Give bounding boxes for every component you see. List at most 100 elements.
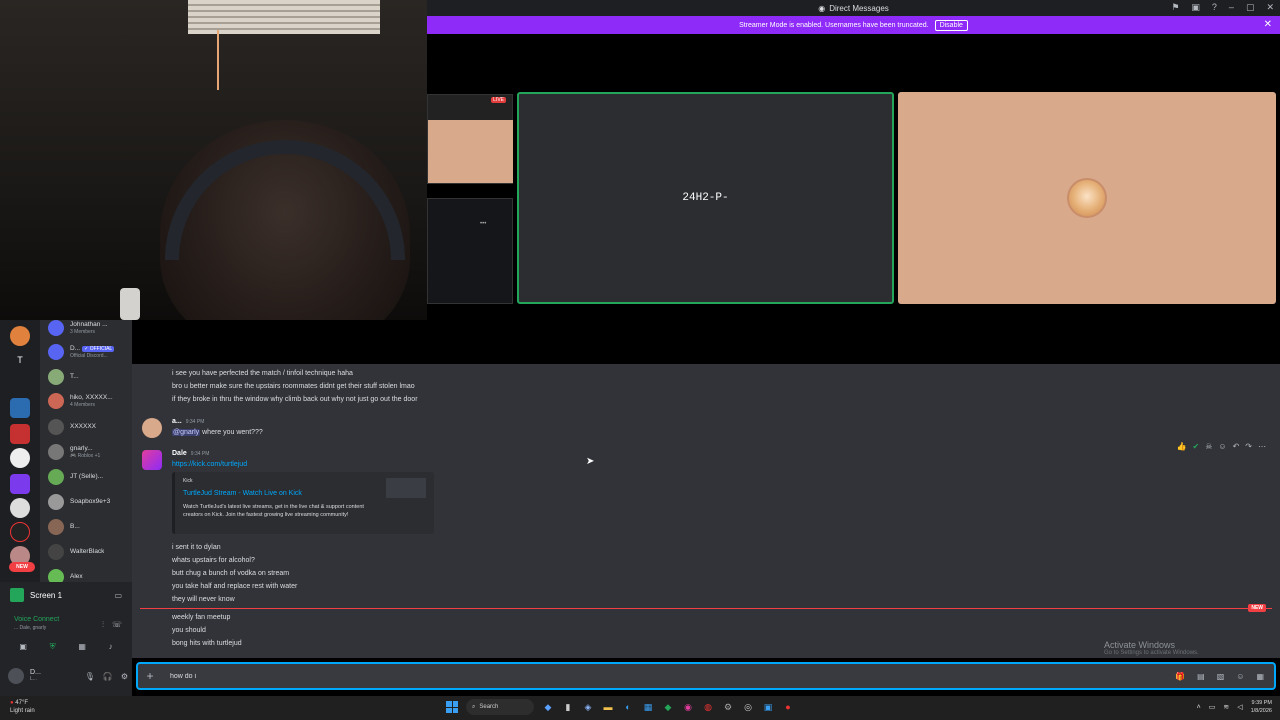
dm-item[interactable]: B... (48, 519, 132, 535)
voice-status[interactable]: Voice Connect ... Dale, gnarly (14, 616, 59, 632)
steam-icon[interactable]: ◎ (742, 701, 754, 713)
dm-item[interactable]: D... ✓ OFFICIAL Official Discord... (48, 344, 132, 360)
taskbar-search[interactable]: ⌕ Search (466, 699, 534, 715)
app-icon[interactable]: ◈ (582, 701, 594, 713)
disconnect-icon[interactable]: ☏ (112, 620, 122, 630)
server-icon[interactable] (10, 474, 30, 494)
discord-icon: ◉ (818, 3, 826, 13)
dm-item[interactable]: WalterBlack (48, 544, 132, 560)
message-input[interactable] (170, 672, 1176, 680)
mention[interactable]: @gnarly (172, 429, 201, 436)
shield-icon[interactable]: ⛨ (50, 642, 56, 652)
message-composer: + 🎁 ▤ ▧ ☺ ▦ (136, 662, 1276, 690)
dm-item[interactable]: Johnathan ... 3 Members (48, 320, 132, 336)
add-reaction-icon[interactable]: ☺ (1218, 442, 1226, 451)
more-icon[interactable]: ⋯ (1258, 442, 1266, 451)
user-avatar[interactable] (8, 668, 24, 684)
sticker-icon[interactable]: ▧ (1217, 672, 1225, 681)
mic-icon[interactable]: 🎙 (85, 672, 95, 681)
banner-text: Streamer Mode is enabled. Usernames have… (739, 21, 929, 29)
message-author[interactable]: a... 9:34 PM (172, 418, 204, 425)
weather-widget[interactable]: ● 47°F Light rain (10, 699, 35, 715)
settings-icon[interactable]: ⚙ (722, 701, 734, 713)
gift-icon[interactable]: 🎁 (1175, 672, 1185, 681)
dm-item[interactable]: Soapbox9e+3 (48, 494, 132, 510)
folder-icon[interactable]: ▬ (602, 701, 614, 713)
popout-icon[interactable]: ▭ (114, 591, 122, 600)
activities-icon[interactable]: ▦ (78, 642, 86, 652)
camera-icon[interactable]: ▣ (19, 642, 27, 652)
message-line: i sent it to dylan (172, 544, 221, 551)
participant-tile-speaking[interactable]: 24H2-P- (517, 92, 894, 304)
chrome-icon[interactable]: ◍ (702, 701, 714, 713)
emoji-icon[interactable]: ☺ (1236, 672, 1244, 681)
noise-suppression-icon[interactable]: ⫶ (102, 620, 104, 630)
tray-chevron-icon[interactable]: ˄ (1197, 704, 1201, 711)
stream-thumbnail[interactable]: LIVE (427, 94, 513, 184)
live-badge: LIVE (491, 97, 506, 103)
server-t[interactable]: T (10, 350, 30, 370)
server-icon[interactable] (10, 498, 30, 518)
close-window-button[interactable]: ✕ (1266, 2, 1274, 13)
server-icon[interactable] (10, 448, 30, 468)
streamer-mode-banner: Streamer Mode is enabled. Usernames have… (427, 16, 1280, 34)
dm-item[interactable]: XXXXXX (48, 419, 132, 435)
reply-icon[interactable]: ↶ (1233, 442, 1240, 451)
message-line: they will never know (172, 596, 235, 603)
screen-thumbnail[interactable]: ••• (427, 198, 513, 304)
app-icon[interactable]: ● (782, 701, 794, 713)
message-avatar[interactable] (142, 418, 162, 438)
wifi-icon[interactable]: ≋ (1223, 703, 1229, 711)
new-messages-divider (140, 608, 1272, 609)
message-line: bro u better make sure the upstairs room… (172, 383, 415, 390)
server-icon[interactable] (10, 522, 30, 542)
thumbs-up-icon[interactable]: 👍 (1177, 442, 1187, 451)
soundboard-icon[interactable]: ♪ (109, 642, 113, 652)
server-icon[interactable] (10, 326, 30, 346)
app-icon[interactable]: ◆ (662, 701, 674, 713)
edge-icon[interactable]: ◐ (622, 701, 634, 713)
dm-item[interactable]: gnarly... 🎮 Roblox +1 (48, 444, 132, 460)
disable-button[interactable]: Disable (934, 19, 968, 31)
minimize-button[interactable]: – (1229, 2, 1234, 13)
system-tray: ˄ ▭ ≋ ◁ 9:39 PM 1/8/2026 (1197, 699, 1272, 715)
embed-thumbnail[interactable] (386, 478, 426, 498)
window-title: Direct Messages (829, 3, 889, 13)
store-icon[interactable]: ▦ (642, 701, 654, 713)
discord-icon[interactable]: ◉ (682, 701, 694, 713)
windows-start-icon[interactable] (446, 701, 458, 713)
message-avatar[interactable] (142, 450, 162, 470)
app-icon[interactable]: ◆ (542, 701, 554, 713)
maximize-button[interactable]: ▢ (1246, 2, 1255, 13)
message-link[interactable]: https://kick.com/turtlejud (172, 461, 247, 468)
help-icon[interactable]: ? (1212, 2, 1217, 13)
server-icon[interactable] (10, 398, 30, 418)
message-author[interactable]: Dale 9:34 PM (172, 450, 209, 457)
battery-icon[interactable]: ▭ (1209, 703, 1216, 711)
headphones-icon[interactable]: 🎧 (103, 672, 113, 681)
participant-tile[interactable] (898, 92, 1276, 304)
app-icon[interactable]: ▣ (762, 701, 774, 713)
dm-item[interactable]: T... (48, 369, 132, 385)
dm-item[interactable]: hiko, XXXXX... 4 Members (48, 393, 132, 409)
embed-description: Watch TurtleJud's latest live streams, g… (183, 504, 364, 518)
message-actions: 👍 ✔ ☠ ☺ ↶ ↷ ⋯ (1177, 442, 1266, 451)
inbox-icon[interactable]: ▣ (1191, 2, 1200, 13)
attach-plus-icon[interactable]: + (138, 669, 162, 683)
dm-item[interactable]: JT (Selle)... (48, 469, 132, 485)
apps-icon[interactable]: ▦ (1256, 672, 1264, 681)
forward-icon[interactable]: ↷ (1245, 442, 1252, 451)
pin-icon[interactable]: ⚑ (1171, 2, 1179, 13)
dots-icon: ••• (480, 221, 487, 227)
skull-icon[interactable]: ☠ (1205, 442, 1212, 451)
screen-share-row[interactable]: Screen 1 ▭ (10, 586, 122, 604)
gif-icon[interactable]: ▤ (1197, 672, 1205, 681)
app-icon[interactable]: ▮ (562, 701, 574, 713)
check-icon[interactable]: ✔ (1193, 442, 1200, 451)
server-icon[interactable] (10, 424, 30, 444)
close-icon[interactable]: ✕ (1264, 19, 1272, 30)
gear-icon[interactable]: ⚙ (121, 672, 128, 681)
dm-item[interactable]: Alex (48, 569, 132, 582)
clock[interactable]: 9:39 PM 1/8/2026 (1251, 699, 1272, 715)
volume-icon[interactable]: ◁ (1237, 703, 1242, 711)
